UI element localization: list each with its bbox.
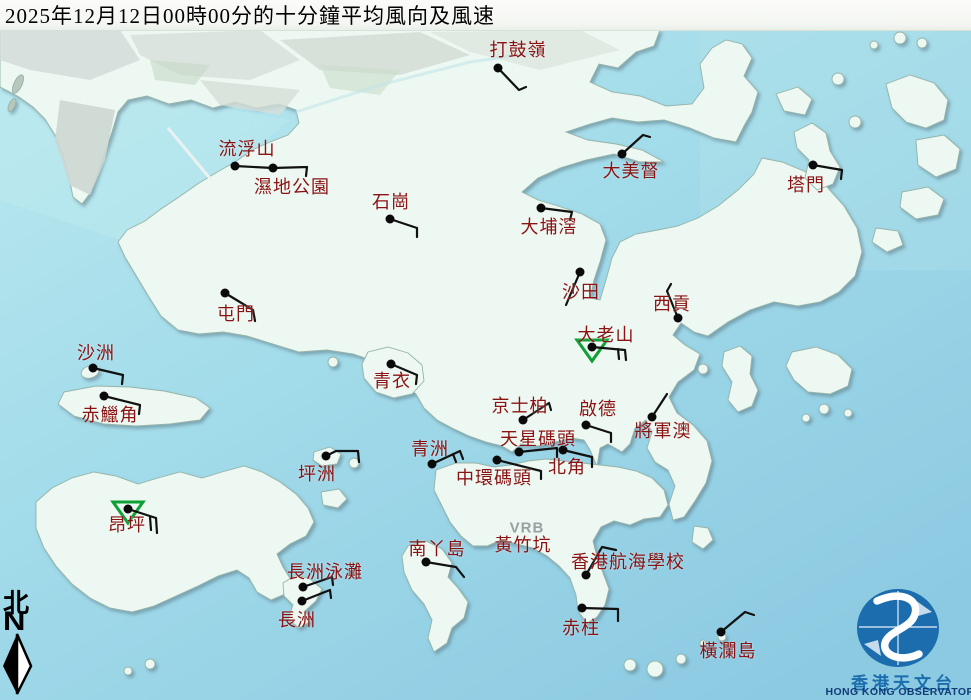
po-toi-island: [624, 659, 636, 671]
station-label: 橫瀾島: [700, 637, 757, 663]
station-label: 打鼓嶺: [490, 36, 547, 62]
station-dot: [386, 215, 395, 224]
station-dot: [100, 392, 109, 401]
kau-yi-chau-island: [349, 458, 359, 468]
station-label: 長洲: [278, 606, 316, 632]
station-label: 大美督: [603, 157, 660, 183]
north-letter-label: N: [3, 606, 25, 637]
station-label: 北角: [548, 453, 586, 479]
islet: [802, 414, 810, 422]
soko-island: [124, 667, 132, 675]
station-dot: [221, 289, 230, 298]
station-label: 天星碼頭: [500, 425, 576, 451]
station-label: 大老山: [578, 321, 635, 347]
station-label: 青衣: [373, 367, 411, 393]
station-label: 坪洲: [298, 460, 336, 486]
station-dot: [537, 204, 546, 213]
islet: [844, 409, 852, 417]
station-label: 長洲泳灘: [287, 558, 363, 584]
station-dot: [576, 268, 585, 277]
hko-logo-english-name: HONG KONG OBSERVATORY: [826, 686, 971, 698]
station-label: 南丫島: [409, 535, 466, 561]
station-label: 將軍澳: [635, 417, 692, 443]
ne-island: [870, 41, 878, 49]
ma-wan-island: [328, 357, 338, 367]
station-label: 青洲: [411, 435, 449, 461]
station-label: 香港航海學校: [571, 548, 685, 574]
station-label: 中環碼頭: [456, 464, 532, 490]
map-title: 2025年12月12日00時00分的十分鐘平均風向及風速: [5, 0, 495, 30]
station-label: 沙洲: [77, 339, 115, 365]
station-label: 濕地公園: [254, 173, 330, 199]
station-dot: [717, 628, 726, 637]
soko-island: [145, 659, 155, 669]
station-label: 京士柏: [492, 392, 549, 418]
islet: [676, 654, 686, 664]
station-label: 石崗: [372, 188, 410, 214]
hong-kong-map: [0, 0, 971, 700]
islet: [819, 404, 829, 414]
station-label: 西貢: [653, 290, 691, 316]
station-label: 黃竹坑: [495, 531, 552, 557]
station-label: 啟德: [579, 395, 617, 421]
sharp-island: [698, 364, 708, 374]
wind-map-screenshot: 2025年12月12日00時00分的十分鐘平均風向及風速 北 N 香港天文台 H…: [0, 0, 971, 700]
station-dot: [298, 597, 307, 606]
title-bar: 2025年12月12日00時00分的十分鐘平均風向及風速: [0, 0, 971, 31]
station-label: 塔門: [787, 171, 825, 197]
station-label: 赤鱲角: [82, 401, 139, 427]
station-label: 屯門: [217, 300, 255, 326]
station-dot: [582, 421, 591, 430]
port-island: [849, 116, 861, 128]
station-label: 赤柱: [562, 614, 600, 640]
ne-island: [832, 73, 844, 85]
station-dot: [494, 64, 503, 73]
station-dot: [269, 164, 278, 173]
station-dot: [578, 604, 587, 613]
ne-island: [894, 32, 906, 44]
station-label: 沙田: [562, 278, 600, 304]
station-label: 大埔滘: [521, 213, 578, 239]
station-dot: [809, 161, 818, 170]
station-label: 昂坪: [108, 511, 146, 537]
po-toi-island: [647, 661, 663, 677]
hko-logo: 香港天文台 HONG KONG OBSERVATORY: [836, 585, 971, 700]
ne-island: [917, 38, 927, 48]
station-label: 流浮山: [219, 135, 276, 161]
station-dot: [231, 162, 240, 171]
